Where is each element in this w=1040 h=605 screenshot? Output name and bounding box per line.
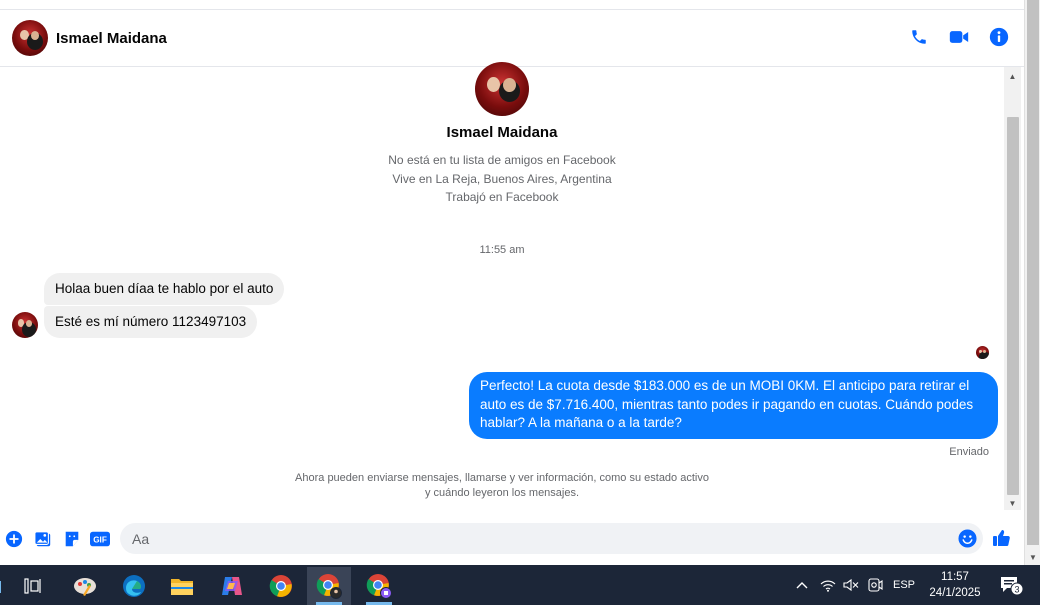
friend-status: No está en tu lista de amigos en Faceboo… — [388, 153, 616, 167]
plus-circle-icon[interactable] — [4, 529, 24, 549]
volume-muted-icon[interactable] — [841, 565, 861, 605]
edge-browser-icon[interactable] — [112, 567, 156, 605]
message-input-box[interactable] — [120, 523, 983, 554]
message-input[interactable] — [132, 523, 952, 554]
language-indicator[interactable]: ESP — [889, 565, 919, 605]
chrome-profile-1-icon[interactable] — [307, 567, 351, 605]
page-scroll-thumb[interactable] — [1027, 0, 1039, 545]
paint-app-icon[interactable] — [63, 567, 107, 605]
profile-name[interactable]: Ismael Maidana — [0, 124, 1004, 141]
task-view-icon[interactable] — [11, 567, 55, 605]
info-icon[interactable] — [988, 26, 1010, 48]
notification-count: 3 — [1014, 585, 1019, 595]
phone-icon[interactable] — [908, 26, 930, 48]
contact-name[interactable]: Ismael Maidana — [56, 30, 167, 47]
notice-line: y cuándo leyeron los mensajes. — [424, 486, 580, 499]
header-actions — [908, 26, 1010, 48]
clock-time: 11:57 — [941, 571, 969, 583]
emoji-icon[interactable] — [958, 529, 977, 548]
conversation-header: Ismael Maidana — [0, 10, 1024, 67]
scroll-thumb[interactable] — [1007, 117, 1019, 495]
chrome-profile-2-icon[interactable] — [357, 567, 401, 605]
sender-avatar[interactable] — [12, 312, 38, 338]
scroll-up-arrow[interactable]: ▲ — [1004, 69, 1021, 83]
profile-avatar[interactable] — [475, 62, 529, 116]
show-hidden-icons-chevron-icon[interactable] — [792, 565, 812, 605]
page-scrollbar[interactable]: ▼ — [1024, 0, 1040, 565]
video-icon[interactable] — [948, 26, 970, 48]
top-strip — [0, 0, 1024, 10]
message-composer: GIF — [0, 522, 1024, 565]
photo-icon[interactable] — [33, 529, 53, 549]
camera-app-icon[interactable] — [865, 565, 885, 605]
scroll-down-arrow[interactable]: ▼ — [1004, 496, 1021, 510]
message-timestamp: 11:55 am — [479, 244, 525, 256]
like-icon[interactable] — [992, 528, 1012, 548]
gif-icon[interactable]: GIF — [90, 529, 110, 549]
location-info: Vive en La Reja, Buenos Aires, Argentina — [392, 171, 612, 186]
incoming-message[interactable]: Esté es mí número 1123497103 — [44, 306, 258, 338]
sent-status: Enviado — [949, 446, 989, 458]
wifi-icon[interactable] — [818, 565, 838, 605]
seen-indicator-avatar — [976, 346, 989, 359]
encryption-notice: Ahora pueden enviarse mensajes, llamarse… — [0, 471, 1004, 500]
chat-scrollbar[interactable]: ▲ ▼ — [1004, 67, 1021, 510]
incoming-message[interactable]: Holaa buen díaa te hablo por el auto — [44, 273, 285, 305]
copilot-icon[interactable] — [210, 567, 254, 605]
clock-date: 24/1/2025 — [929, 587, 981, 599]
contact-avatar[interactable] — [12, 20, 48, 56]
profile-info: No está en tu lista de amigos en Faceboo… — [0, 151, 1004, 207]
notification-center-icon[interactable]: 3 — [996, 565, 1026, 605]
chrome-icon[interactable] — [259, 567, 303, 605]
messenger-window: Ismael Maidana Ismael Maidana No está en… — [0, 0, 1040, 605]
message-list[interactable]: Ismael Maidana No está en tu lista de am… — [0, 62, 1004, 522]
system-clock[interactable]: 11:57 24/1/2025 — [920, 569, 990, 601]
page-scroll-down-arrow[interactable]: ▼ — [1025, 553, 1040, 562]
sticker-icon[interactable] — [62, 529, 82, 549]
windows-taskbar: ESP 11:57 24/1/2025 3 — [0, 565, 1040, 605]
gif-label: GIF — [93, 536, 107, 545]
taskbar-edge — [0, 581, 4, 593]
notice-line: Ahora pueden enviarse mensajes, llamarse… — [295, 472, 709, 484]
work-info: Trabajó en Facebook — [445, 190, 559, 204]
outgoing-message[interactable]: Perfecto! La cuota desde $183.000 es de … — [469, 372, 998, 439]
file-explorer-icon[interactable] — [160, 567, 204, 605]
